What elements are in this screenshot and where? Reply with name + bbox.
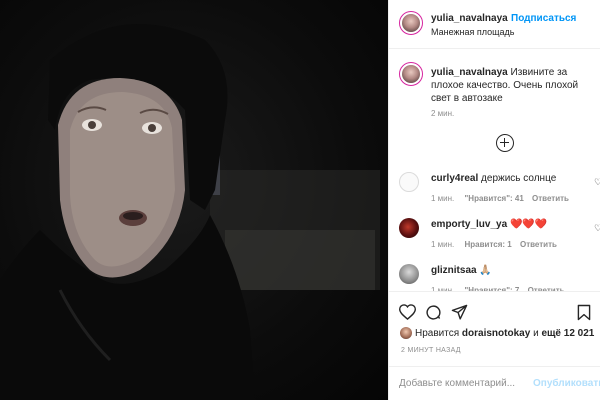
liker-username[interactable]: doraisnotokay xyxy=(462,328,530,339)
post-side-panel: yulia_navalnaya Подписаться Манежная пло… xyxy=(388,0,600,400)
post-location[interactable]: Манежная площадь xyxy=(431,27,514,37)
comment-like-icon[interactable]: ♡ xyxy=(594,177,600,187)
comment-avatar[interactable] xyxy=(399,264,419,284)
share-send-icon[interactable] xyxy=(451,304,468,324)
comment-bubble-icon[interactable] xyxy=(425,304,442,324)
comment-avatar[interactable] xyxy=(399,172,419,192)
post-action-bar xyxy=(389,291,600,331)
comment-item: curly4real держись солнце xyxy=(431,173,556,184)
likes-summary: Нравится doraisnotokay и ещё 12 021 xyxy=(415,328,594,339)
comment-likes[interactable]: Нравится: 1 xyxy=(465,240,512,249)
like-heart-icon[interactable] xyxy=(398,304,417,323)
likes-prefix: Нравится xyxy=(415,328,460,339)
load-more-comments-icon[interactable] xyxy=(496,134,514,152)
comment-meta: 1 мин. "Нравится": 41 Ответить xyxy=(431,194,569,203)
comment-text: 🙏🏼 xyxy=(479,265,492,276)
likes-count[interactable]: ещё 12 021 xyxy=(541,328,594,339)
comment-text: держись солнце xyxy=(481,173,557,184)
comment-avatar[interactable] xyxy=(399,218,419,238)
comment-likes[interactable]: "Нравится": 41 xyxy=(465,194,524,203)
add-comment-row: Добавьте комментарий... Опубликовать xyxy=(389,366,600,400)
author-avatar[interactable] xyxy=(399,11,423,35)
comment-username[interactable]: emporty_luv_ya xyxy=(431,219,507,230)
caption-time: 2 мин. xyxy=(431,109,455,118)
liker-avatar[interactable] xyxy=(400,327,412,339)
comment-text: ❤️❤️❤️ xyxy=(509,219,548,230)
caption-username[interactable]: yulia_navalnaya xyxy=(431,67,508,78)
post-photo[interactable] xyxy=(0,0,388,400)
likes-and: и xyxy=(533,328,539,339)
publish-button[interactable]: Опубликовать xyxy=(533,378,600,389)
author-username[interactable]: yulia_navalnaya xyxy=(431,13,508,24)
add-comment-input[interactable]: Добавьте комментарий... xyxy=(399,378,515,389)
comment-reply-button[interactable]: Ответить xyxy=(532,194,569,203)
comment-item: emporty_luv_ya ❤️❤️❤️ xyxy=(431,219,547,230)
post-timestamp: 2 МИНУТ НАЗАД xyxy=(401,347,461,354)
comment-username[interactable]: curly4real xyxy=(431,173,478,184)
caption-avatar[interactable] xyxy=(399,62,423,86)
post-caption: yulia_navalnaya Извините за плохое качес… xyxy=(431,66,591,105)
comment-time: 1 мин. xyxy=(431,240,455,249)
bookmark-icon[interactable] xyxy=(577,304,591,324)
comment-like-icon[interactable]: ♡ xyxy=(594,223,600,233)
comment-username[interactable]: gliznitsaa xyxy=(431,265,477,276)
comment-reply-button[interactable]: Ответить xyxy=(520,240,557,249)
comment-item: gliznitsaa 🙏🏼 xyxy=(431,265,492,276)
comment-time: 1 мин. xyxy=(431,194,455,203)
comment-meta: 1 мин. Нравится: 1 Ответить xyxy=(431,240,557,249)
follow-button[interactable]: Подписаться xyxy=(511,13,576,24)
